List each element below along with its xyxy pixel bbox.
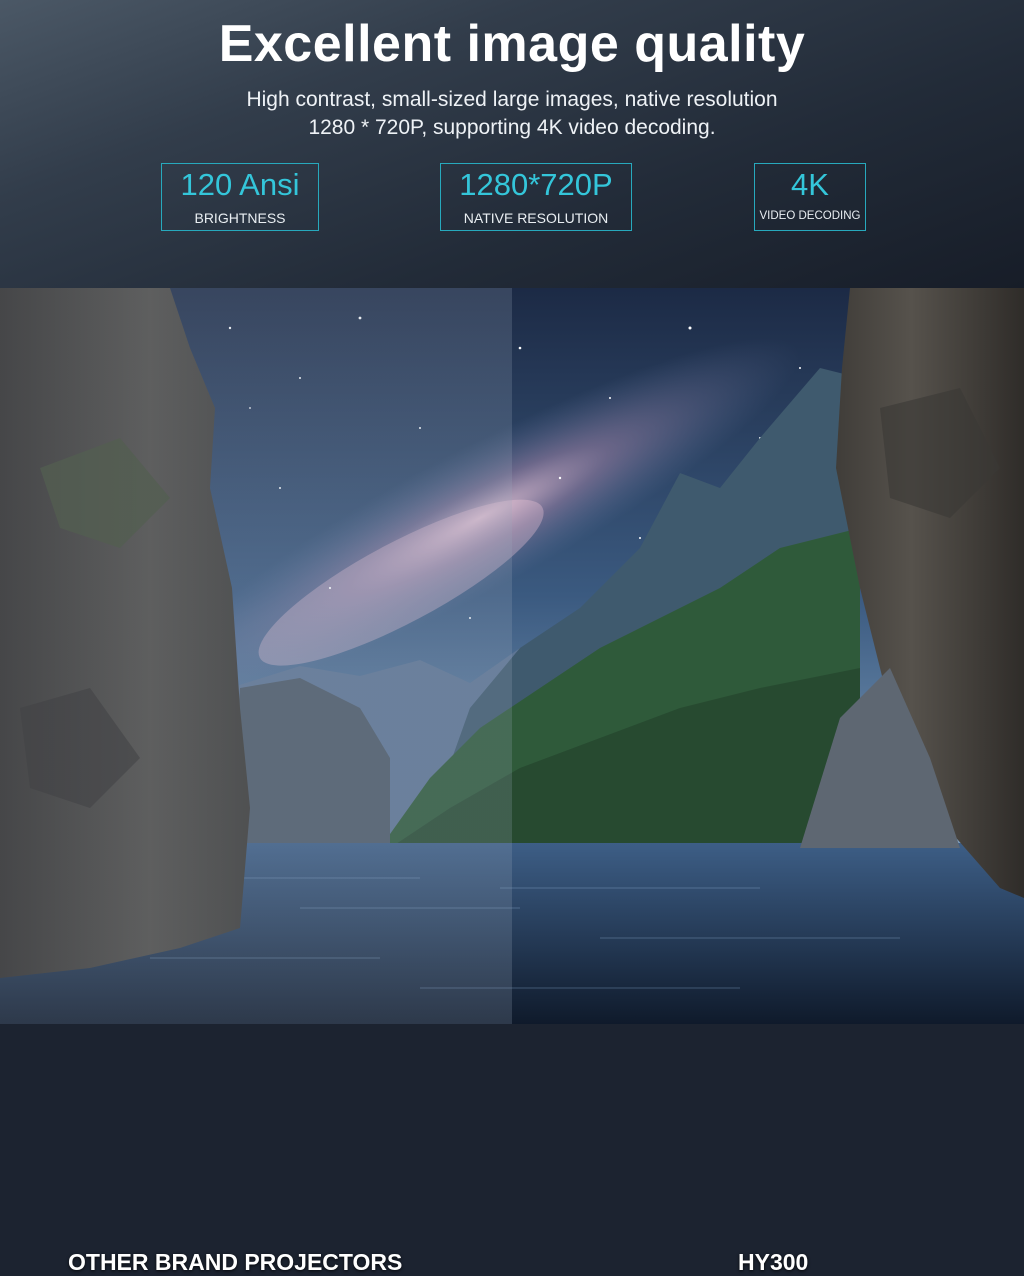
subheadline: High contrast, small-sized large images,…	[162, 86, 862, 142]
spec-brightness-value: 120 Ansi	[180, 167, 300, 202]
spec-resolution: 1280*720P NATIVE RESOLUTION	[440, 163, 632, 231]
subheadline-line-2: 1280 * 720P, supporting 4K video decodin…	[308, 116, 716, 139]
caption-other-brand: OTHER BRAND PROJECTORS	[68, 1249, 403, 1275]
spec-decoding-value: 4K	[791, 167, 829, 202]
subheadline-line-1: High contrast, small-sized large images,…	[246, 88, 778, 111]
comparison-scene: OTHER BRAND PROJECTORS HY300	[0, 288, 1024, 1275]
spec-decoding-label: VIDEO DECODING	[759, 210, 861, 222]
spec-decoding: 4K VIDEO DECODING	[754, 163, 866, 231]
spec-brightness-label: BRIGHTNESS	[194, 210, 286, 226]
headline: Excellent image quality	[218, 15, 806, 73]
header-banner: Excellent image quality High contrast, s…	[0, 0, 1024, 288]
caption-hy300: HY300	[738, 1249, 809, 1275]
spec-resolution-label: NATIVE RESOLUTION	[463, 210, 609, 226]
spec-resolution-value: 1280*720P	[459, 167, 613, 202]
landscape-illustration	[0, 288, 1024, 1024]
spec-brightness: 120 Ansi BRIGHTNESS	[161, 163, 319, 231]
